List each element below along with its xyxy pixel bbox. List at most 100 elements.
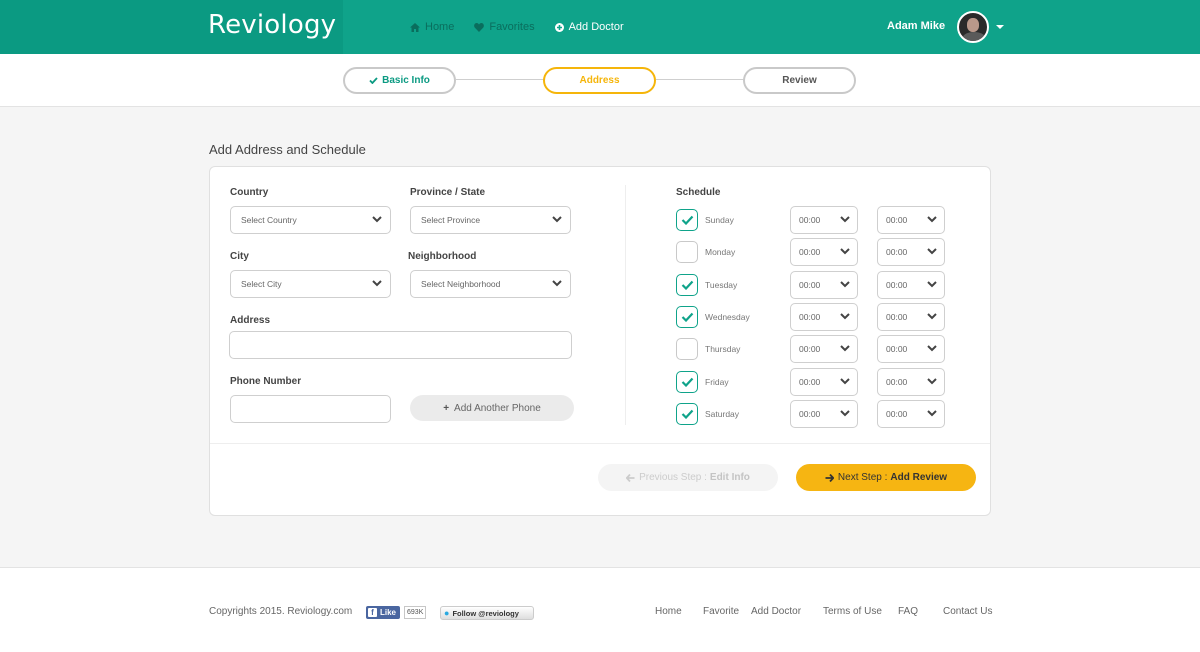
phone-label: Phone Number <box>230 376 302 387</box>
time-to-value: 00:00 <box>886 247 908 258</box>
address-input[interactable] <box>229 331 572 359</box>
footer-link-faq[interactable]: FAQ <box>898 606 918 617</box>
time-to-value: 00:00 <box>886 279 908 290</box>
arrow-right-icon <box>825 473 834 482</box>
province-select-value: Select Province <box>421 215 481 225</box>
chevron-down-icon <box>927 345 937 352</box>
footer-link-terms[interactable]: Terms of Use <box>823 606 882 617</box>
facebook-like-widget: f Like 693K <box>366 606 427 619</box>
day-checkbox[interactable] <box>676 241 698 264</box>
chevron-down-icon <box>372 216 382 223</box>
time-from-select[interactable]: 00:00 <box>790 335 858 364</box>
avatar-body <box>962 32 986 41</box>
twitter-follow-button[interactable]: ● Follow @reviology <box>440 606 534 620</box>
avatar[interactable] <box>957 11 989 43</box>
add-another-phone-button[interactable]: + Add Another Phone <box>410 395 574 421</box>
home-icon <box>410 22 420 32</box>
chevron-down-icon <box>927 216 937 223</box>
time-to-select[interactable]: 00:00 <box>877 367 945 396</box>
previous-step-prefix: Previous Step : <box>639 472 707 483</box>
time-from-select[interactable]: 00:00 <box>790 270 858 299</box>
day-checkbox[interactable] <box>676 338 698 361</box>
province-select[interactable]: Select Province <box>410 206 571 234</box>
time-from-select[interactable]: 00:00 <box>790 238 858 267</box>
logo-text: Reviology <box>208 10 337 40</box>
logo[interactable]: Reviology <box>208 10 336 40</box>
time-to-select[interactable]: 00:00 <box>877 335 945 364</box>
footer: Copyrights 2015. Reviology.com f Like 69… <box>0 567 1200 652</box>
phone-input[interactable] <box>230 395 391 423</box>
day-checkbox[interactable] <box>676 209 698 231</box>
plus-icon: + <box>443 402 450 414</box>
step-review[interactable]: Review <box>743 67 856 94</box>
heart-icon <box>474 22 485 32</box>
day-checkbox[interactable] <box>676 273 698 296</box>
city-select[interactable]: Select City <box>230 270 391 298</box>
schedule-row-wednesday: Wednesday 00:00 00:00 <box>676 302 966 331</box>
time-from-select[interactable]: 00:00 <box>790 302 858 331</box>
user-name[interactable]: Adam Mike <box>887 20 945 32</box>
chevron-down-icon <box>552 216 562 223</box>
facebook-like-button[interactable]: f Like <box>366 606 401 619</box>
step-connector <box>656 79 744 80</box>
previous-step-button[interactable]: Previous Step : Edit Info <box>598 464 778 491</box>
top-navbar: Reviology Home Favorites Add Doctor Adam… <box>0 0 1200 54</box>
step-basic-info[interactable]: Basic Info <box>343 67 456 94</box>
time-from-select[interactable]: 00:00 <box>790 399 858 428</box>
next-step-button[interactable]: Next Step : Add Review <box>796 464 976 491</box>
time-to-select[interactable]: 00:00 <box>877 399 945 428</box>
step-review-label: Review <box>782 75 817 86</box>
nav-favorites-label: Favorites <box>489 21 535 33</box>
time-to-value: 00:00 <box>886 215 908 225</box>
neighborhood-select[interactable]: Select Neighborhood <box>410 270 571 298</box>
nav-add-doctor-label: Add Doctor <box>568 21 624 33</box>
time-from-value: 00:00 <box>799 344 821 355</box>
chevron-down-icon <box>840 248 850 255</box>
nav-favorites[interactable]: Favorites <box>474 21 535 33</box>
time-to-value: 00:00 <box>886 344 908 355</box>
column-divider <box>625 185 626 425</box>
city-label: City <box>230 251 249 262</box>
time-from-select[interactable]: 00:00 <box>790 206 858 234</box>
nav-home[interactable]: Home <box>410 21 454 33</box>
day-checkbox[interactable] <box>676 305 698 328</box>
step-address[interactable]: Address <box>543 67 656 94</box>
page-title: Add Address and Schedule <box>209 142 366 157</box>
chevron-down-icon <box>840 280 850 288</box>
time-from-value: 00:00 <box>799 376 821 387</box>
time-from-value: 00:00 <box>799 247 821 258</box>
footer-link-favorite[interactable]: Favorite <box>703 606 739 617</box>
chevron-down-icon <box>927 377 937 384</box>
time-to-select[interactable]: 00:00 <box>877 238 945 267</box>
time-to-select[interactable]: 00:00 <box>877 206 945 234</box>
check-icon <box>681 377 694 387</box>
day-name: Wednesday <box>705 311 750 322</box>
footer-link-home[interactable]: Home <box>655 606 682 617</box>
time-to-value: 00:00 <box>886 376 908 387</box>
footer-link-add-doctor[interactable]: Add Doctor <box>751 606 801 617</box>
nav-add-doctor[interactable]: Add Doctor <box>554 21 624 33</box>
chevron-down-icon <box>840 377 850 384</box>
copyright: Copyrights 2015. Reviology.com <box>209 606 353 617</box>
facebook-like-count: 693K <box>404 606 427 619</box>
time-from-value: 00:00 <box>799 408 821 419</box>
time-from-select[interactable]: 00:00 <box>790 367 858 396</box>
chevron-down-icon <box>927 313 937 320</box>
check-icon <box>681 312 694 322</box>
country-select[interactable]: Select Country <box>230 206 391 234</box>
chevron-down-icon <box>840 313 850 320</box>
day-checkbox[interactable] <box>676 370 698 393</box>
main-nav: Home Favorites Add Doctor <box>410 0 644 54</box>
schedule-label: Schedule <box>676 187 721 198</box>
day-name: Friday <box>705 376 729 387</box>
twitter-bird-icon: ● <box>444 608 450 618</box>
schedule-row-sunday: Sunday 00:00 00:00 <box>676 206 966 234</box>
user-menu-caret-icon[interactable] <box>996 25 1004 29</box>
time-to-select[interactable]: 00:00 <box>877 270 945 299</box>
avatar-face <box>967 18 979 32</box>
day-checkbox[interactable] <box>676 402 698 425</box>
footer-link-contact[interactable]: Contact Us <box>943 606 992 617</box>
schedule-row-friday: Friday 00:00 00:00 <box>676 367 966 396</box>
time-to-value: 00:00 <box>886 408 908 419</box>
time-to-select[interactable]: 00:00 <box>877 302 945 331</box>
